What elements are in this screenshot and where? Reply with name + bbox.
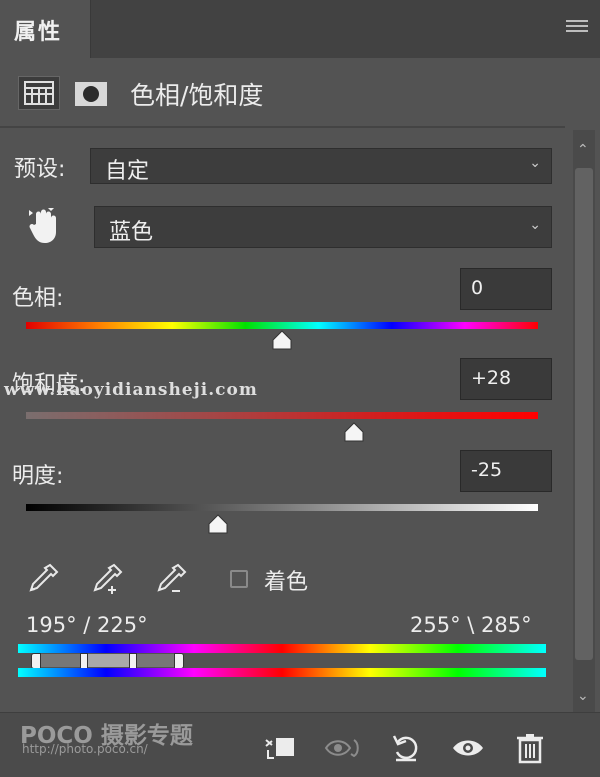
preset-dropdown[interactable]: 自定 ⌄: [90, 148, 552, 184]
reset-icon[interactable]: [388, 730, 424, 766]
scrollbar-thumb[interactable]: [575, 168, 593, 660]
adjustment-grid-icon[interactable]: [18, 76, 60, 110]
range-handle-inner-left[interactable]: [80, 653, 88, 669]
saturation-value-field[interactable]: +28: [460, 358, 552, 400]
range-right-readout: 255° \ 285°: [410, 613, 532, 637]
targeted-adjust-hand-icon[interactable]: [26, 206, 62, 246]
poco-url-watermark: http://photo.poco.cn/: [22, 742, 148, 756]
panel-menu-icon[interactable]: [566, 20, 588, 36]
hue-value-field[interactable]: 0: [460, 268, 552, 310]
saturation-slider-track[interactable]: [26, 412, 538, 419]
lightness-slider-track[interactable]: [26, 504, 538, 511]
clip-to-layer-icon[interactable]: [262, 730, 298, 766]
chevron-down-icon: ⌄: [529, 217, 541, 233]
visibility-eye-icon[interactable]: [450, 730, 486, 766]
adjustment-title: 色相/饱和度: [130, 81, 264, 110]
scroll-down-icon[interactable]: ⌄: [577, 688, 589, 704]
header-divider: [0, 126, 565, 128]
preset-value: 自定: [105, 159, 150, 184]
lightness-label: 明度:: [12, 464, 64, 489]
eyedropper-icon[interactable]: [26, 562, 60, 596]
view-previous-icon[interactable]: [324, 730, 360, 766]
watermark-text: www.haoyidiansheji.com: [4, 380, 258, 400]
hue-slider-track[interactable]: [26, 322, 538, 329]
lightness-value-field[interactable]: -25: [460, 450, 552, 492]
range-handle-outer-left[interactable]: [31, 653, 41, 669]
channel-dropdown[interactable]: 蓝色 ⌄: [94, 206, 552, 248]
trash-icon[interactable]: [512, 730, 548, 766]
eyedropper-add-icon[interactable]: [90, 562, 124, 596]
range-handle-outer-right[interactable]: [174, 653, 184, 669]
color-range-inner[interactable]: [84, 654, 132, 667]
range-handle-inner-right[interactable]: [129, 653, 137, 669]
range-left-readout: 195° / 225°: [26, 613, 148, 637]
tab-properties-label: 属性: [14, 20, 63, 45]
preset-label: 预设:: [14, 157, 66, 182]
chevron-down-icon: ⌄: [529, 155, 541, 171]
colorize-checkbox[interactable]: [230, 570, 248, 588]
eyedropper-subtract-icon[interactable]: [154, 562, 188, 596]
color-range-bar-bottom: [18, 668, 546, 677]
mask-icon[interactable]: [74, 80, 108, 108]
colorize-label: 着色: [264, 570, 309, 595]
hue-label: 色相:: [12, 286, 64, 311]
color-range-bar-top: [18, 644, 546, 653]
channel-value: 蓝色: [109, 220, 154, 245]
scroll-up-icon[interactable]: ⌃: [577, 142, 589, 158]
